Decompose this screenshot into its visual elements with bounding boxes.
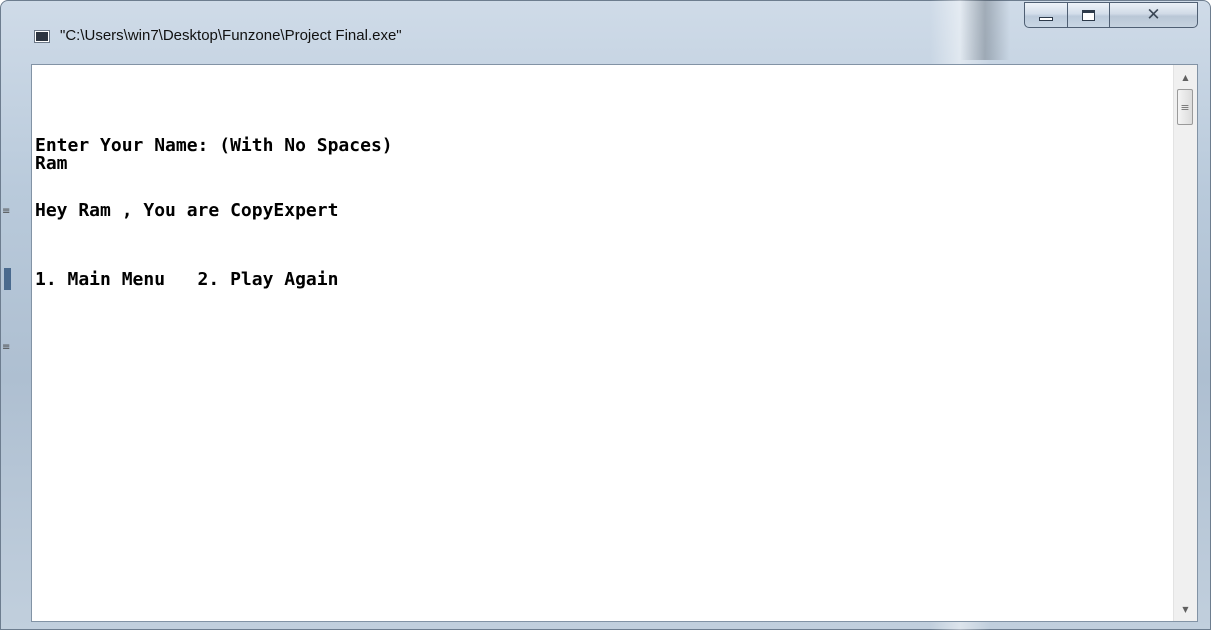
edge-grip-icon: ≡ [2,342,11,353]
caption-buttons: ✕ [1024,2,1198,28]
minimize-icon [1039,17,1053,21]
edge-marker [4,268,11,290]
scroll-down-icon[interactable]: ▼ [1174,599,1197,619]
console-line-result: Hey Ram , You are CopyExpert [35,200,339,221]
scroll-thumb[interactable]: ≡ [1177,89,1193,125]
window-title: "C:\Users\win7\Desktop\Funzone\Project F… [60,27,402,44]
minimize-button[interactable] [1024,2,1068,28]
scroll-up-icon[interactable]: ▲ [1174,67,1197,87]
grip-icon: ≡ [1180,100,1190,114]
vertical-scrollbar[interactable]: ▲ ≡ ▼ [1173,65,1197,621]
console-line-prompt: Enter Your Name: (With No Spaces) [35,135,393,156]
console-area[interactable]: Enter Your Name: (With No Spaces) Ram He… [31,64,1198,622]
console-output[interactable]: Enter Your Name: (With No Spaces) Ram He… [32,65,1172,621]
maximize-button[interactable] [1068,2,1110,28]
close-icon: ✕ [1146,4,1161,25]
console-app-icon[interactable] [34,30,50,43]
close-button[interactable]: ✕ [1110,2,1198,28]
console-line-menu: 1. Main Menu 2. Play Again [35,269,339,290]
maximize-icon [1082,9,1095,21]
title-bar[interactable]: "C:\Users\win7\Desktop\Funzone\Project F… [0,0,1211,44]
edge-grip-icon: ≡ [2,206,11,217]
console-line-input: Ram [35,153,68,174]
